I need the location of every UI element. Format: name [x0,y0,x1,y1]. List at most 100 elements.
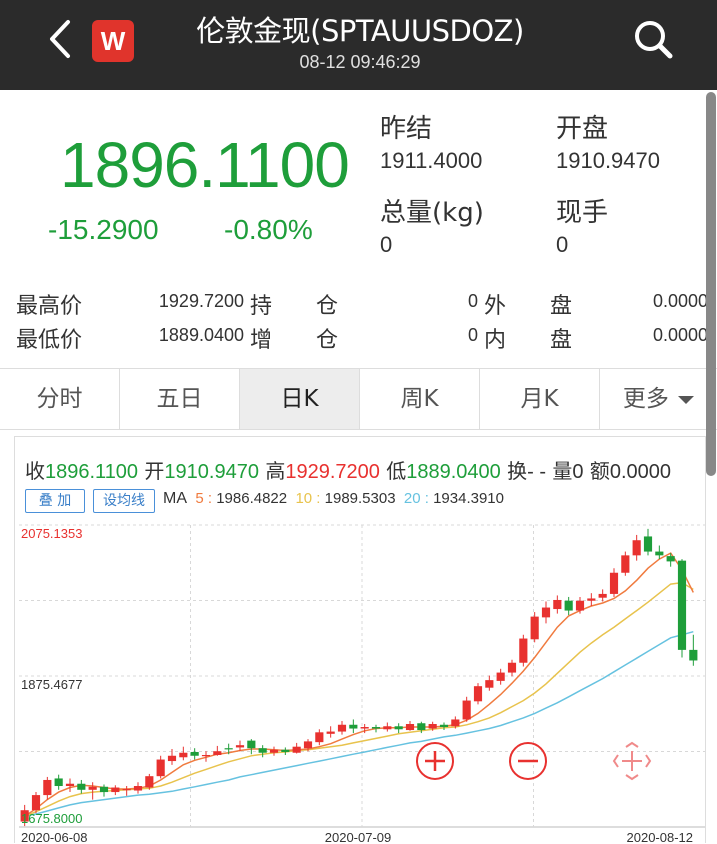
candle-body [349,724,358,729]
overlay-button[interactable]: 叠 加 [25,489,85,513]
tab-intraday[interactable]: 分时 [0,369,120,429]
ohlc-info-line: 收1896.1100 开1910.9470 高1929.7200 低1889.0… [25,455,671,484]
open-label: 开 [144,459,165,483]
candle-body [371,727,381,729]
period-tabs: 分时 五日 日K 周K 月K 更多 [0,368,717,430]
volume-value: 0 [572,461,584,483]
close-value: 1896.1100 [45,461,139,483]
candle-body [190,751,199,756]
x-tick-label: 2020-06-08 [21,830,88,844]
candle-body [179,752,188,758]
candle-body [496,672,505,681]
ma-settings-button[interactable]: 设均线 [93,489,155,513]
low-value: 1889.0400 [158,325,244,345]
tab-label: 分时 [36,386,83,412]
candle-body [621,555,630,573]
prev-close-value: 1911.4000 [380,148,483,173]
candle-body [31,795,41,811]
low-label: 最低价 [16,328,83,353]
tab-label: 更多 [622,386,669,412]
ma-values-line: MA 5 : 1986.4822 10 : 1989.5303 20 : 193… [163,490,504,508]
candle-body [428,723,437,729]
chevron-left-icon [50,20,70,58]
close-label: 收 [25,459,45,483]
hold-value: 0 [467,291,478,311]
candle-body [360,727,369,729]
turnover-value: - - [527,461,547,483]
ma10-value: 1989.5303 [324,490,396,507]
search-icon [635,21,673,59]
page-title: 伦敦金现(SPTAUUSDOZ) [196,14,524,48]
tab-label: 周K [400,386,439,412]
hold-label: 持 仓 [250,294,339,319]
candle-body [303,741,313,749]
x-tick-label: 2020-08-12 [627,830,694,844]
zoom-out-button[interactable] [509,742,547,780]
candle-body [167,755,177,762]
open-label: 开盘 [556,114,609,144]
candle-body [439,724,449,728]
tab-weekly-k[interactable]: 周K [360,369,480,429]
candle-body [564,600,573,611]
ma10-label: 10 : [295,490,325,507]
tab-label: 月K [520,386,559,412]
price-change-percent: -0.80% [224,214,313,245]
current-hand-label: 现手 [556,198,609,228]
tab-more[interactable]: 更多 [600,369,717,429]
candle-body [462,700,471,720]
candle-body [587,598,596,601]
candle-body [99,786,109,793]
move-arrows-icon [612,741,652,781]
candle-body [689,649,698,661]
caret-down-icon [678,395,695,404]
candle-body [473,686,483,702]
prev-close-label: 昨结 [380,114,433,144]
add-value: 0 [467,325,478,345]
volume-label: 量 [552,459,573,483]
fullscreen-move-button[interactable] [612,741,652,781]
candle-body [541,607,551,618]
tab-five-day[interactable]: 五日 [120,369,240,429]
candle-body [65,783,75,787]
candle-body [88,786,97,790]
current-hand-value: 0 [556,232,569,257]
back-button[interactable] [40,16,80,62]
tab-monthly-k[interactable]: 月K [480,369,600,429]
candle-body [666,556,675,562]
y-tick-label: 2075.1353 [21,526,82,541]
low-value: 1889.0400 [406,461,501,483]
candle-body [383,726,392,730]
candle-body [281,749,290,752]
candle-body [485,680,494,688]
amount-label: 额 [589,459,610,483]
ma10-line [24,581,694,817]
candle-body [77,783,86,790]
candlestick-chart[interactable]: 2075.1353 1875.4677 1675.8000 2020-06-08 202… [15,517,705,844]
candle-body [451,719,460,727]
candle-body [609,572,619,594]
candle-body [213,751,222,756]
outer-label: 外 盘 [484,294,573,319]
high-label: 高 [265,459,286,483]
tab-daily-k[interactable]: 日K [240,369,360,429]
candle-body [235,745,245,748]
last-price: 1896.1100 [60,129,350,201]
ma-lines [24,552,694,818]
candle-body [677,560,687,650]
candle-body [292,746,301,753]
outer-value: 0.0000 [652,291,708,311]
candle-body [405,723,415,731]
candle-body [326,731,335,734]
page-scrollbar[interactable] [706,92,716,476]
app-logo-icon[interactable]: W [92,20,134,62]
turnover-label: 换 [507,459,528,483]
candle-body [247,740,256,749]
x-tick-label: 2020-07-09 [325,830,392,844]
candle-body [156,759,165,777]
candle-body [632,540,641,556]
inner-value: 0.0000 [652,325,708,345]
candle-body [145,776,154,788]
search-button[interactable] [630,16,676,62]
zoom-in-button[interactable] [416,742,454,780]
candle-body [43,779,52,796]
